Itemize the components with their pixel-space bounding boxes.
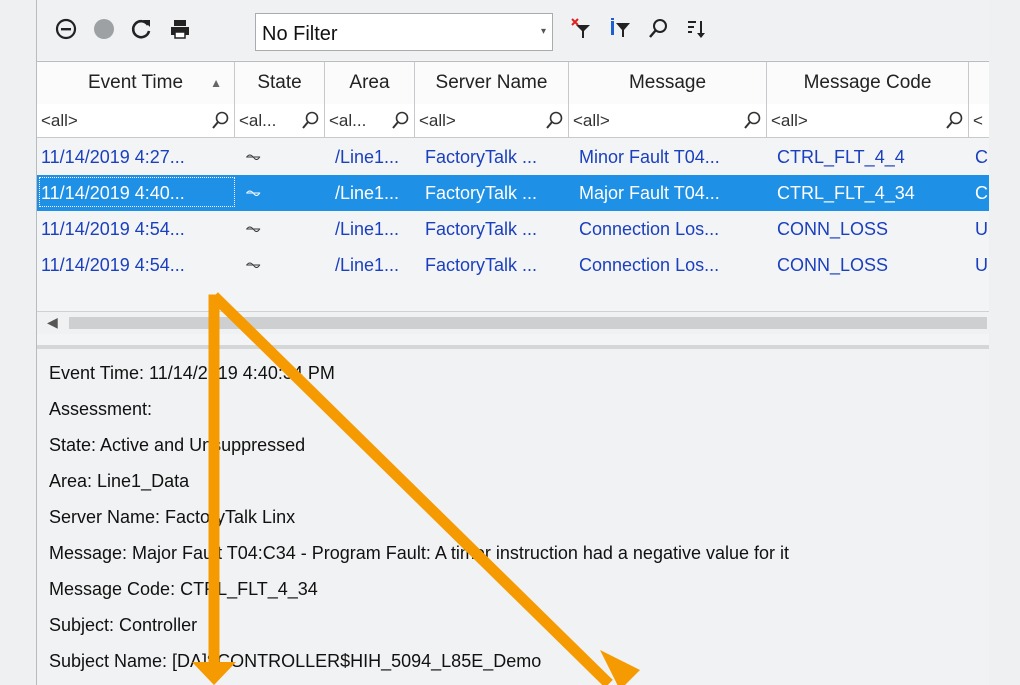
filter-event-time[interactable]: <all> [37,104,235,137]
search-icon[interactable] [643,14,673,44]
filter-value: <all> [419,111,456,130]
column-filter-row: <all> <al... <al... <all> <all> <all> < [37,104,989,138]
search-icon [210,108,230,137]
detail-assessment: Assessment: [49,399,153,419]
filter-state[interactable]: <al... [235,104,325,137]
detail-message-code: Message Code: CTRL_FLT_4_34 [49,579,318,599]
detail-server-name: Server Name: FactoryTalk Linx [49,507,296,527]
cell-area: /Line1... [335,219,400,239]
table-row-selected[interactable]: 11/14/2019 4:40... ⏦ /Line1... FactoryTa… [37,175,989,211]
shelve-icon[interactable] [89,14,119,44]
column-header-state[interactable]: State [235,62,325,104]
search-icon [390,108,410,137]
stop-circle-icon[interactable] [51,14,81,44]
cell-more: C [975,183,988,203]
cell-server-name: FactoryTalk ... [425,219,538,239]
filter-icon[interactable] [605,14,635,44]
filter-value: <all> [771,111,808,130]
cell-event-time: 11/14/2019 4:54... [41,219,185,239]
filter-clear-icon[interactable] [567,14,597,44]
search-icon [300,108,320,137]
sort-icon[interactable] [681,14,711,44]
cell-message-code: CONN_LOSS [777,219,889,239]
column-header-server-name[interactable]: Server Name [415,62,569,104]
detail-message: Message: Major Fault T04:C34 - Program F… [49,543,790,563]
column-header-label: Server Name [435,72,548,93]
column-header-label: State [257,72,302,93]
alarm-state-icon: ⏦ [245,146,262,168]
refresh-icon[interactable] [127,14,157,44]
column-header-label: Event Time [87,72,184,93]
sort-ascending-icon: ▲ [210,76,222,90]
detail-subject-name: Subject Name: [DA]$CONTROLLER$HIH_5094_L… [49,651,542,671]
column-header-area[interactable]: Area [325,62,415,104]
cell-more: C [975,147,988,167]
table-row[interactable]: 11/14/2019 4:54... ⏦ /Line1... FactoryTa… [37,211,989,247]
table-row[interactable]: 11/14/2019 4:27... ⏦ /Line1... FactoryTa… [37,139,989,175]
column-header-label: Message [628,72,707,93]
filter-message-code[interactable]: <all> [767,104,969,137]
filter-select-value: No Filter [262,23,338,45]
cell-state: ⏦ [235,247,325,283]
cell-area: /Line1... [335,147,400,167]
horizontal-scrollbar[interactable]: ◀ [37,311,989,334]
filter-value: <all> [573,111,610,130]
detail-state: State: Active and Unsuppressed [49,435,306,455]
scrollbar-thumb[interactable] [69,317,987,329]
toolbar: No Filter ▾ [37,0,989,60]
cell-message: Minor Fault T04... [579,147,720,167]
column-header-label: Area [349,72,390,93]
cell-message-code: CONN_LOSS [777,255,889,275]
cell-message: Connection Los... [579,219,720,239]
cell-state: ⏦ [235,139,325,175]
table-row[interactable]: 11/14/2019 4:54... ⏦ /Line1... FactoryTa… [37,247,989,283]
alarm-state-icon: ⏦ [245,182,262,204]
alarm-state-icon: ⏦ [245,218,262,240]
column-header-event-time[interactable]: Event Time ▲ [37,62,235,104]
alarm-state-icon: ⏦ [245,254,262,276]
detail-event-time: Event Time: 11/14/2019 4:40:34 PM [49,363,335,383]
cell-message-code: CTRL_FLT_4_34 [777,183,915,203]
column-header-message-code[interactable]: Message Code [767,62,969,104]
print-icon[interactable] [165,14,195,44]
cell-message-code: CTRL_FLT_4_4 [777,147,905,167]
column-header-label: Message Code [803,72,932,93]
search-icon [544,108,564,137]
cell-server-name: FactoryTalk ... [425,255,538,275]
cell-event-time: 11/14/2019 4:54... [41,255,185,275]
filter-area[interactable]: <al... [325,104,415,137]
cell-more: U [975,219,988,239]
search-icon [944,108,964,137]
filter-select[interactable]: No Filter ▾ [255,13,553,51]
filter-value: <all> [41,111,78,130]
filter-message[interactable]: <all> [569,104,767,137]
filter-server-name[interactable]: <all> [415,104,569,137]
table-header-row: Event Time ▲ State Area Server Name Mess… [37,61,989,105]
alarm-details-pane: Event Time: 11/14/2019 4:40:34 PM Assess… [37,349,989,685]
cell-area: /Line1... [335,183,400,203]
cell-state: ⏦ [235,211,325,247]
column-header-message[interactable]: Message [569,62,767,104]
detail-area: Area: Line1_Data [49,471,190,491]
cell-more: U [975,255,988,275]
filter-value: <al... [239,111,277,130]
cell-event-time: 11/14/2019 4:40... [41,183,185,203]
cell-server-name: FactoryTalk ... [425,147,538,167]
cell-state: ⏦ [235,175,325,211]
cell-area: /Line1... [335,255,400,275]
cell-message: Connection Los... [579,255,720,275]
search-icon [742,108,762,137]
column-header-more[interactable] [969,62,989,104]
cell-message: Major Fault T04... [579,183,720,203]
cell-event-time: 11/14/2019 4:27... [41,147,185,167]
chevron-down-icon: ▾ [540,26,546,37]
alarm-summary-panel: No Filter ▾ Event Time ▲ State Area Serv… [36,0,989,685]
scroll-left-icon[interactable]: ◀ [47,314,58,331]
cell-server-name: FactoryTalk ... [425,183,538,203]
filter-more[interactable]: < [969,104,989,137]
filter-value: <al... [329,111,367,130]
filter-value: < [973,111,983,130]
detail-subject: Subject: Controller [49,615,198,635]
